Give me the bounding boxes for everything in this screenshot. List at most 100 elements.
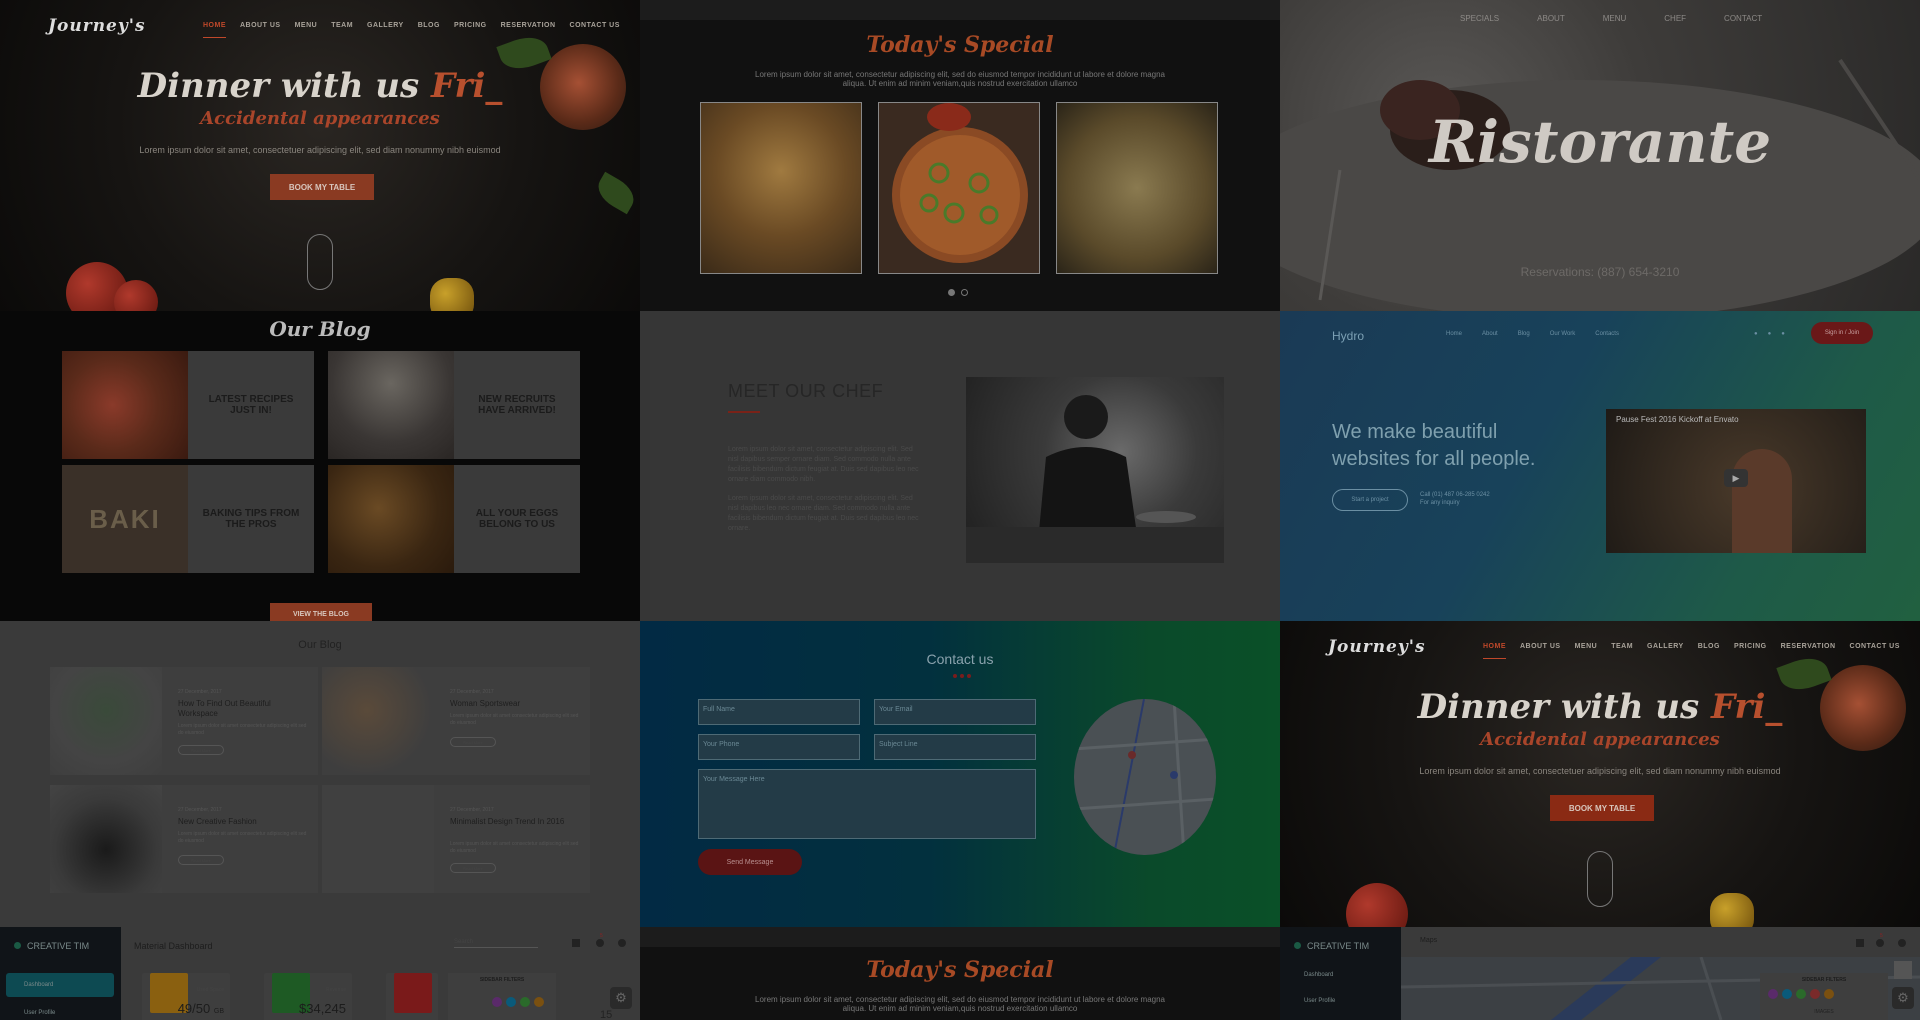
blog-card-title[interactable]: BAKING TIPS FROM THE PROS <box>188 465 314 573</box>
blog-card[interactable]: LATEST RECIPES JUST IN! <box>62 351 314 459</box>
blog-post-card[interactable]: 27 December, 2017 Woman Sportswear Lorem… <box>322 667 590 775</box>
book-table-button[interactable]: BOOK MY TABLE <box>1550 795 1654 821</box>
nav-contact[interactable]: CONTACT US <box>1850 643 1900 659</box>
nav-pricing[interactable]: PRICING <box>1734 643 1767 659</box>
video-title[interactable]: Pause Fest 2016 Kickoff at Envato <box>1616 415 1739 424</box>
fullscreen-icon[interactable] <box>1894 961 1912 979</box>
filter-swatch-orange[interactable] <box>1824 989 1834 999</box>
view-blog-button[interactable]: VIEW THE BLOG <box>270 603 372 621</box>
read-more-button[interactable]: Read More <box>450 863 496 873</box>
nav-home[interactable]: HOME <box>1483 643 1506 659</box>
blog-card-title[interactable]: ALL YOUR EGGS BELONG TO US <box>454 465 580 573</box>
nav-home[interactable]: Home <box>1446 331 1462 337</box>
food-image-wrap[interactable] <box>1056 102 1218 274</box>
twitter-icon[interactable]: ● <box>1768 331 1772 337</box>
nav-reservation[interactable]: RESERVATION <box>501 22 556 38</box>
site-logo[interactable]: Journey's <box>48 16 146 36</box>
food-image-chicken[interactable] <box>700 102 862 274</box>
settings-gear-icon[interactable]: ⚙ <box>610 987 632 1009</box>
grid-icon[interactable] <box>572 939 580 947</box>
nav-contact[interactable]: CONTACT US <box>570 22 620 38</box>
filter-swatch-green[interactable] <box>520 997 530 1007</box>
video-player[interactable]: Pause Fest 2016 Kickoff at Envato ▶ <box>1606 409 1866 553</box>
full-name-input[interactable]: Full Name <box>698 699 860 725</box>
nav-team[interactable]: TEAM <box>331 22 353 38</box>
blog-post-card[interactable]: 27 December, 2017 New Creative Fashion L… <box>50 785 318 893</box>
sidebar-item-dashboard[interactable]: Dashboard <box>1286 963 1394 987</box>
scroll-down-icon[interactable] <box>307 234 333 290</box>
email-input[interactable]: Your Email <box>874 699 1036 725</box>
nav-menu[interactable]: MENU <box>295 22 318 38</box>
blog-post-card[interactable]: 27 December, 2017 Minimalist Design Tren… <box>322 785 590 893</box>
blog-post-card[interactable]: 27 December, 2017 How To Find Out Beauti… <box>50 667 318 775</box>
sidebar-item-dashboard[interactable]: Dashboard <box>6 973 114 997</box>
nav-team[interactable]: TEAM <box>1611 643 1633 659</box>
nav-contacts[interactable]: Contacts <box>1595 331 1619 337</box>
filter-swatch-blue[interactable] <box>1782 989 1792 999</box>
user-icon[interactable] <box>1898 939 1906 947</box>
nav-gallery[interactable]: GALLERY <box>1647 643 1684 659</box>
instagram-icon[interactable]: ● <box>1781 331 1785 337</box>
facebook-icon[interactable]: ● <box>1754 331 1758 337</box>
filter-swatch-purple[interactable] <box>1768 989 1778 999</box>
nav-our-work[interactable]: Our Work <box>1550 331 1576 337</box>
food-image-pizza[interactable] <box>878 102 1040 274</box>
post-title[interactable]: Woman Sportswear <box>450 699 580 709</box>
nav-blog[interactable]: BLOG <box>1698 643 1720 659</box>
blog-card-title[interactable]: LATEST RECIPES JUST IN! <box>188 351 314 459</box>
nav-about[interactable]: About <box>1482 331 1498 337</box>
send-message-button[interactable]: Send Message <box>698 849 802 875</box>
search-input[interactable]: Search <box>454 939 538 948</box>
notifications-icon[interactable] <box>596 939 604 947</box>
nav-about[interactable]: ABOUT US <box>240 22 281 38</box>
dashboard-brand[interactable]: CREATIVE TIM <box>14 941 89 951</box>
nav-menu[interactable]: MENU <box>1603 14 1627 23</box>
nav-chef[interactable]: CHEF <box>1664 14 1686 23</box>
blog-card-title[interactable]: NEW RECRUITS HAVE ARRIVED! <box>454 351 580 459</box>
site-logo[interactable]: Journey's <box>1328 637 1426 657</box>
play-icon[interactable]: ▶ <box>1724 469 1748 487</box>
filter-swatch-red[interactable] <box>1810 989 1820 999</box>
nav-menu[interactable]: MENU <box>1575 643 1598 659</box>
post-title[interactable]: How To Find Out Beautiful Workspace <box>178 699 308 719</box>
nav-pricing[interactable]: PRICING <box>454 22 487 38</box>
blog-card[interactable]: BAKI BAKING TIPS FROM THE PROS <box>62 465 314 573</box>
nav-home[interactable]: HOME <box>203 22 226 38</box>
filter-swatch-blue[interactable] <box>506 997 516 1007</box>
carousel-dot-1[interactable] <box>948 289 955 296</box>
dashboard-brand[interactable]: CREATIVE TIM <box>1294 941 1369 951</box>
post-title[interactable]: Minimalist Design Trend In 2016 <box>450 817 580 827</box>
start-project-button[interactable]: Start a project <box>1332 489 1408 511</box>
blog-card[interactable]: NEW RECRUITS HAVE ARRIVED! <box>328 351 580 459</box>
blog-card[interactable]: ALL YOUR EGGS BELONG TO US <box>328 465 580 573</box>
nav-blog[interactable]: BLOG <box>418 22 440 38</box>
read-more-button[interactable]: Read More <box>450 737 496 747</box>
nav-about[interactable]: ABOUT US <box>1520 643 1561 659</box>
phone-input[interactable]: Your Phone <box>698 734 860 760</box>
filter-swatch-green[interactable] <box>1796 989 1806 999</box>
sidebar-item-user-profile[interactable]: User Profile <box>1286 989 1394 1013</box>
hydro-logo[interactable]: Hydro <box>1332 329 1364 343</box>
read-more-button[interactable]: Read More <box>178 745 224 755</box>
notifications-icon[interactable] <box>1876 939 1884 947</box>
carousel-dot-2[interactable] <box>961 289 968 296</box>
nav-blog[interactable]: Blog <box>1518 331 1530 337</box>
subject-input[interactable]: Subject Line <box>874 734 1036 760</box>
user-icon[interactable] <box>618 939 626 947</box>
read-more-button[interactable]: Read More <box>178 855 224 865</box>
nav-gallery[interactable]: GALLERY <box>367 22 404 38</box>
nav-contact[interactable]: CONTACT <box>1724 14 1762 23</box>
sign-in-button[interactable]: Sign in / Join <box>1811 322 1873 344</box>
message-textarea[interactable]: Your Message Here <box>698 769 1036 839</box>
filter-swatch-purple[interactable] <box>492 997 502 1007</box>
settings-gear-icon[interactable]: ⚙ <box>1892 987 1914 1009</box>
book-table-button[interactable]: BOOK MY TABLE <box>270 174 374 200</box>
nav-reservation[interactable]: RESERVATION <box>1781 643 1836 659</box>
nav-specials[interactable]: SPECIALS <box>1460 14 1499 23</box>
scroll-down-icon[interactable] <box>1587 851 1613 907</box>
filter-swatch-orange[interactable] <box>534 997 544 1007</box>
sidebar-item-user-profile[interactable]: User Profile <box>6 1001 114 1020</box>
nav-about[interactable]: ABOUT <box>1537 14 1565 23</box>
location-map[interactable] <box>1074 699 1216 855</box>
grid-icon[interactable] <box>1856 939 1864 947</box>
